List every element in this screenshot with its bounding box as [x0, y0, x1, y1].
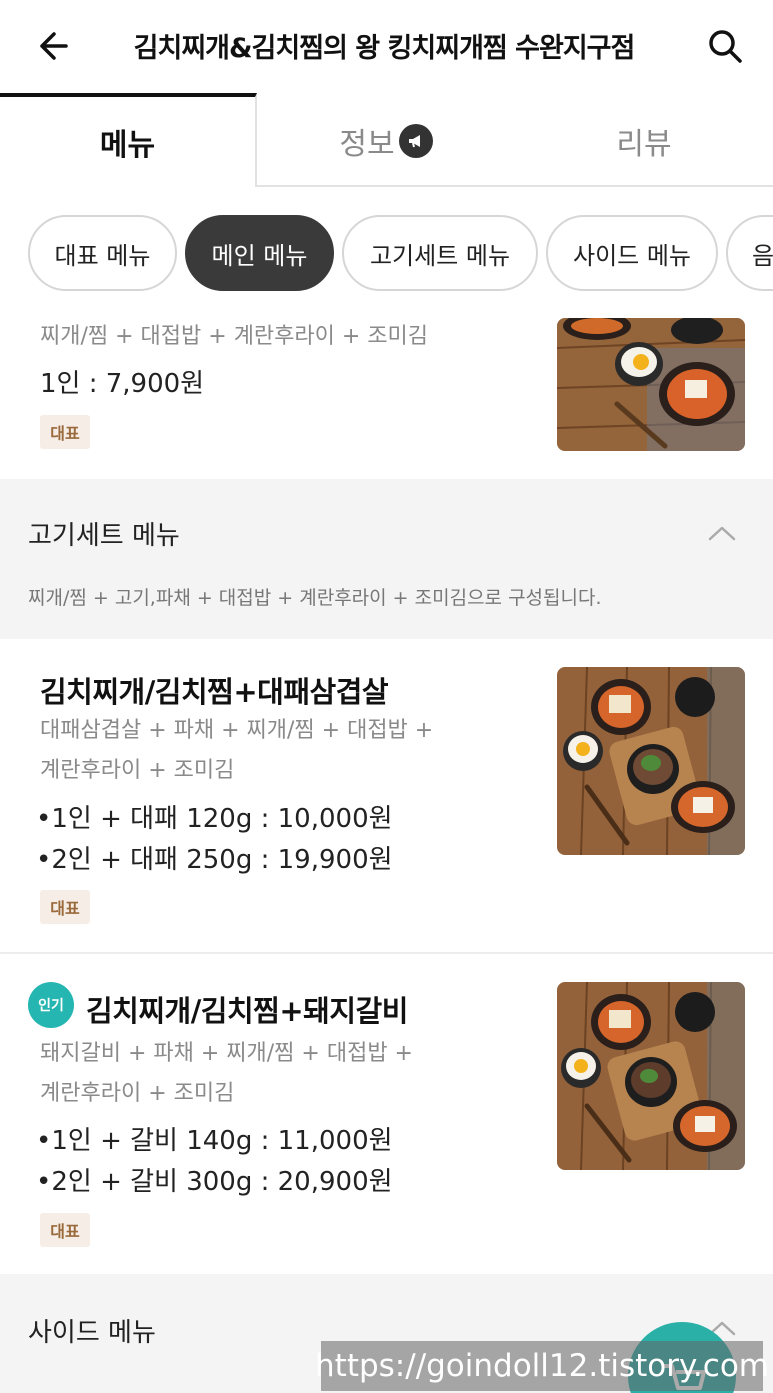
chip-label: 음	[752, 241, 773, 270]
signature-tag: 대표	[40, 1213, 90, 1247]
item-price: 1인 : 7,900원	[40, 369, 205, 399]
category-chips: 대표 메뉴 메인 메뉴 고기세트 메뉴 사이드 메뉴 음	[0, 187, 773, 307]
tab-info[interactable]: 정보	[257, 95, 515, 187]
tab-reviews[interactable]: 리뷰	[515, 95, 773, 187]
tab-menu[interactable]: 메뉴	[0, 93, 257, 187]
item-thumbnail	[557, 667, 745, 855]
menu-item[interactable]: 김치찌개/김치찜+대패삼겹살 대패삼겹살 + 파채 + 찌개/찜 + 대접밥 +…	[0, 639, 773, 952]
search-icon	[709, 30, 742, 63]
tab-info-label: 정보	[339, 127, 395, 162]
item-name: 김치찌개/김치찜+돼지갈비	[86, 994, 408, 1028]
chip-label: 사이드 메뉴	[572, 241, 692, 270]
back-button[interactable]	[28, 22, 76, 70]
item-price: •2인 + 갈비 300g : 20,900원	[36, 1167, 393, 1197]
section-description: 찌개/찜 + 고기,파채 + 대접밥 + 계란후라이 + 조미김으로 구성됩니다…	[28, 587, 602, 609]
tab-reviews-label: 리뷰	[616, 127, 672, 162]
app-header: 김치찌개&김치찜의 왕 킹치찌개찜 수완지구점	[0, 0, 773, 95]
chip-drinks-menu[interactable]: 음	[726, 215, 773, 291]
page-title: 김치찌개&김치찜의 왕 킹치찌개찜 수완지구점	[133, 33, 636, 64]
chip-label: 고기세트 메뉴	[369, 241, 511, 270]
section-title: 사이드 메뉴	[28, 1318, 156, 1348]
section-title: 고기세트 메뉴	[28, 521, 180, 551]
chip-label: 메인 메뉴	[211, 241, 308, 270]
chip-meat-set-menu[interactable]: 고기세트 메뉴	[342, 215, 538, 291]
item-description-line: 돼지갈비 + 파채 + 찌개/찜 + 대접밥 +	[40, 1041, 413, 1066]
megaphone-icon	[398, 124, 433, 158]
chip-signature-menu[interactable]: 대표 메뉴	[28, 215, 177, 291]
item-price: •1인 + 갈비 140g : 11,000원	[36, 1126, 393, 1156]
chip-side-menu[interactable]: 사이드 메뉴	[546, 215, 718, 291]
menu-item[interactable]: 인기 김치찌개/김치찜+돼지갈비 돼지갈비 + 파채 + 찌개/찜 + 대접밥 …	[0, 954, 773, 1274]
chip-label: 대표 메뉴	[54, 241, 151, 270]
item-description-line: 계란후라이 + 조미김	[40, 1081, 235, 1106]
chevron-up-icon[interactable]	[707, 523, 737, 543]
section-meat-set[interactable]: 고기세트 메뉴 찌개/찜 + 고기,파채 + 대접밥 + 계란후라이 + 조미김…	[0, 479, 773, 639]
menu-item-partial[interactable]: 찌개/찜 + 대접밥 + 계란후라이 + 조미김 1인 : 7,900원 대표	[0, 307, 773, 479]
watermark: https://goindoll12.tistory.com	[315, 1341, 769, 1391]
tab-bar: 메뉴 정보 리뷰	[0, 93, 773, 187]
item-description-line: 계란후라이 + 조미김	[40, 758, 235, 783]
search-button[interactable]	[699, 20, 751, 72]
back-arrow-icon	[40, 32, 68, 60]
item-price: •2인 + 대패 250g : 19,900원	[36, 845, 393, 875]
tab-menu-label: 메뉴	[99, 128, 156, 163]
item-description: 찌개/찜 + 대접밥 + 계란후라이 + 조미김	[40, 324, 429, 349]
item-description-line: 대패삼겹살 + 파채 + 찌개/찜 + 대접밥 +	[40, 718, 434, 743]
item-name: 김치찌개/김치찜+대패삼겹살	[40, 675, 389, 709]
item-thumbnail	[557, 982, 745, 1170]
signature-tag: 대표	[40, 890, 90, 924]
popular-badge: 인기	[28, 982, 74, 1028]
signature-tag: 대표	[40, 415, 90, 449]
item-price: •1인 + 대패 120g : 10,000원	[36, 804, 393, 834]
chip-main-menu[interactable]: 메인 메뉴	[185, 215, 334, 291]
item-thumbnail	[557, 318, 745, 451]
